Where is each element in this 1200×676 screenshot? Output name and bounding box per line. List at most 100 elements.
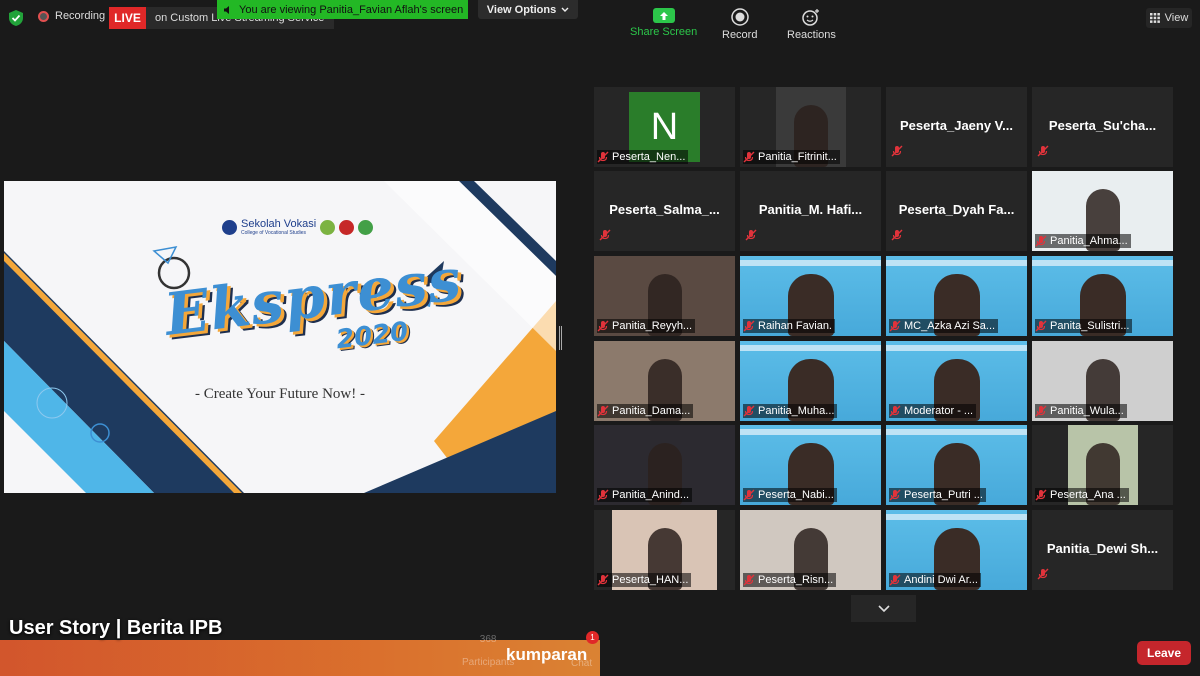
record-dot-icon xyxy=(38,10,49,22)
view-label: View xyxy=(1164,12,1189,24)
participant-name: Panita_Sulistri... xyxy=(1050,320,1130,332)
participant-label: Andini Dwi Ar... xyxy=(889,573,981,587)
mic-muted-icon xyxy=(597,320,609,332)
participant-tile[interactable]: MC_Azka Azi Sa... xyxy=(886,256,1027,336)
participant-tile[interactable]: Andini Dwi Ar... xyxy=(886,510,1027,590)
participant-label: Peserta_Putri ... xyxy=(889,488,986,502)
participant-label: MC_Azka Azi Sa... xyxy=(889,319,999,333)
share-screen-label: Share Screen xyxy=(630,26,698,38)
mic-muted-icon xyxy=(891,145,903,157)
mic-status xyxy=(1037,144,1049,162)
mic-muted-icon xyxy=(599,229,611,241)
participant-label: Panitia_Ahma... xyxy=(1035,234,1131,248)
participant-tile[interactable]: Panitia_Dama... xyxy=(594,341,735,421)
participant-tile[interactable]: Panitia_Ahma... xyxy=(1032,171,1173,251)
participant-tile[interactable]: Peserta_Su'cha... xyxy=(1032,87,1173,167)
participant-tile[interactable]: Panitia_Dewi Sh... xyxy=(1032,510,1173,590)
logo-text: Sekolah Vokasi xyxy=(241,218,317,230)
participant-name: Panitia_Wula... xyxy=(1050,405,1124,417)
mic-muted-icon xyxy=(889,405,901,417)
participant-name: Peserta_Nabi... xyxy=(758,489,834,501)
mic-status xyxy=(745,228,757,246)
shared-screen: Sekolah Vokasi College of Vocational Stu… xyxy=(4,181,556,493)
participant-tile[interactable]: Peserta_Ana ... xyxy=(1032,425,1173,505)
mic-status xyxy=(599,228,611,246)
share-screen-button[interactable]: Share Screen xyxy=(630,8,697,38)
partner-logo-icon xyxy=(358,220,374,235)
record-icon xyxy=(730,8,749,26)
participant-tile[interactable]: Peserta_Risn... xyxy=(740,510,881,590)
participant-label: Peserta_Nen... xyxy=(597,150,689,164)
participant-label: Peserta_Nabi... xyxy=(743,488,837,502)
mic-muted-icon xyxy=(1035,489,1047,501)
participant-tile[interactable]: Panitia_Reyyh... xyxy=(594,256,735,336)
mic-muted-icon xyxy=(889,489,901,501)
shield-icon[interactable] xyxy=(8,9,24,27)
participant-tile[interactable]: Peserta_Dyah Fa... xyxy=(886,171,1027,251)
participant-tile[interactable]: Peserta_Nabi... xyxy=(740,425,881,505)
mic-status xyxy=(891,228,903,246)
participant-label: Peserta_HAN... xyxy=(597,573,692,587)
view-options-label: View Options xyxy=(486,3,557,16)
participant-name: Panitia_Dama... xyxy=(612,405,691,417)
participant-label: Moderator - ... xyxy=(889,404,977,418)
participant-tile[interactable]: Panitia_Wula... xyxy=(1032,341,1173,421)
gallery-next-button[interactable] xyxy=(851,595,916,622)
mic-muted-icon xyxy=(1037,145,1049,157)
mic-muted-icon xyxy=(1035,405,1047,417)
participant-name: MC_Azka Azi Sa... xyxy=(904,320,996,332)
participant-name: Peserta_Salma_... xyxy=(609,202,720,217)
slide-tagline: - Create Your Future Now! - xyxy=(195,386,365,402)
participant-label: Panita_Sulistri... xyxy=(1035,319,1133,333)
participant-label: Panitia_Wula... xyxy=(1035,404,1127,418)
participant-label: Panitia_Reyyh... xyxy=(597,319,696,333)
participant-tile[interactable]: Panitia_Muha... xyxy=(740,341,881,421)
participants-count: 368 xyxy=(479,634,497,645)
participant-tile[interactable]: Peserta_Putri ... xyxy=(886,425,1027,505)
grid-icon xyxy=(1149,13,1160,23)
participant-name: Peserta_Nen... xyxy=(612,151,686,163)
mic-muted-icon xyxy=(597,574,609,586)
view-button[interactable]: View xyxy=(1146,8,1192,28)
participant-tile[interactable]: Panitia_Fitrinit... xyxy=(740,87,881,167)
live-badge[interactable]: LIVE xyxy=(109,7,146,29)
view-options-button[interactable]: View Options xyxy=(478,0,578,19)
participant-tile[interactable]: Peserta_Jaeny V... xyxy=(886,87,1027,167)
participant-tile[interactable]: Raihan Favian. xyxy=(740,256,881,336)
ipb-logo-icon xyxy=(222,220,237,235)
mic-muted-icon xyxy=(745,229,757,241)
participant-tile[interactable]: N Peserta_Nen... xyxy=(594,87,735,167)
record-button[interactable]: Record xyxy=(722,8,757,41)
mic-muted-icon xyxy=(597,405,609,417)
participant-name: Peserta_Jaeny V... xyxy=(900,118,1013,133)
reactions-label: Reactions xyxy=(787,29,836,41)
recording-indicator[interactable]: Recording xyxy=(38,10,105,22)
mic-muted-icon xyxy=(743,489,755,501)
recording-label: Recording xyxy=(55,10,106,22)
participant-label: Panitia_Muha... xyxy=(743,404,838,418)
leave-button[interactable]: Leave xyxy=(1137,641,1191,665)
partner-logo-icon xyxy=(320,220,336,235)
participant-name: Panitia_Dewi Sh... xyxy=(1046,541,1159,556)
viewing-text: You are viewing Panitia_Favian Aflah's s… xyxy=(239,3,464,16)
participant-name: Panitia_Ahma... xyxy=(1050,235,1128,247)
mic-muted-icon xyxy=(889,320,901,332)
chevron-down-icon xyxy=(877,604,890,612)
zoom-meeting-window: Recording LIVE on Custom Live Streaming … xyxy=(0,0,1200,676)
participant-tile[interactable]: Panitia_M. Hafi... xyxy=(740,171,881,251)
participant-tile[interactable]: Panitia_Anind... xyxy=(594,425,735,505)
reactions-icon xyxy=(802,9,820,26)
reactions-button[interactable]: Reactions xyxy=(787,8,836,41)
mic-muted-icon xyxy=(743,320,755,332)
participant-label: Peserta_Risn... xyxy=(743,573,837,587)
participant-tile[interactable]: Moderator - ... xyxy=(886,341,1027,421)
participant-tile[interactable]: Peserta_Salma_... xyxy=(594,171,735,251)
mic-muted-icon xyxy=(889,574,901,586)
participant-name: Panitia_M. Hafi... xyxy=(758,202,863,217)
participant-name: Peserta_Dyah Fa... xyxy=(898,202,1015,217)
participant-tile[interactable]: Peserta_HAN... xyxy=(594,510,735,590)
participant-name: Peserta_Su'cha... xyxy=(1048,118,1157,133)
participant-tile[interactable]: Panita_Sulistri... xyxy=(1032,256,1173,336)
splitter-handle[interactable] xyxy=(559,326,562,350)
participant-label: Peserta_Ana ... xyxy=(1035,488,1129,502)
